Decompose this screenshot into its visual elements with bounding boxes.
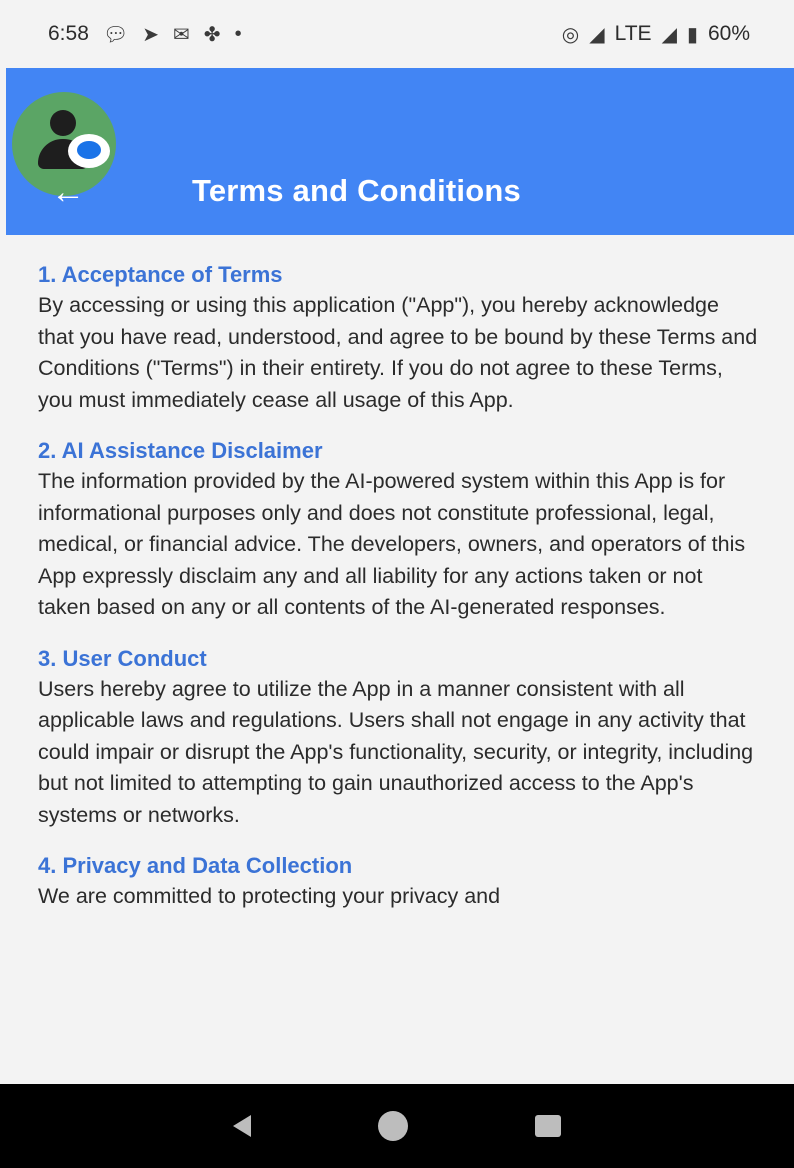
status-left: 6:58 💬︎ ➤ ✉ ✤ • (48, 22, 242, 47)
terms-section: 2. AI Assistance Disclaimer The informat… (38, 436, 758, 624)
status-bar: 6:58 💬︎ ➤ ✉ ✤ • ◎ ◢ LTE ◢ ▮ 60% (0, 0, 794, 68)
signal-icon: ◢ (589, 23, 605, 46)
signal-icon: ◢ (661, 23, 677, 46)
battery-icon: ▮ (686, 23, 698, 46)
nav-recents-icon[interactable] (534, 1115, 561, 1137)
terms-section: 4. Privacy and Data Collection We are co… (38, 851, 758, 913)
nav-back-icon[interactable] (233, 1115, 252, 1137)
section-body: We are committed to protecting your priv… (38, 884, 501, 908)
section-heading: 1. Acceptance of Terms (38, 262, 283, 287)
system-nav-bar (0, 1084, 794, 1168)
app-bar: ← Terms and Conditions (6, 68, 794, 235)
status-right: ◎ ◢ LTE ◢ ▮ 60% (562, 22, 750, 47)
chat-bubble-icon (77, 141, 101, 159)
telegram-icon: ➤ (142, 23, 160, 46)
section-heading: 2. AI Assistance Disclaimer (38, 438, 323, 463)
status-time: 6:58 (48, 22, 89, 45)
network-type: LTE (614, 22, 652, 45)
terms-section: 3. User Conduct Users hereby agree to ut… (38, 644, 758, 832)
section-body: Users hereby agree to utilize the App in… (38, 676, 754, 827)
avatar-head (50, 110, 76, 136)
battery-level: 60% (707, 22, 750, 45)
dot-icon: • (234, 22, 242, 45)
section-body: By accessing or using this application (… (38, 293, 758, 412)
chat-notification-icon: 💬︎ (102, 23, 129, 46)
section-body: The information provided by the AI-power… (38, 469, 746, 619)
page-title: Terms and Conditions (192, 173, 521, 208)
gmail-icon: ✉ (173, 23, 190, 46)
section-heading: 4. Privacy and Data Collection (38, 853, 353, 878)
terms-section: 1. Acceptance of Terms By accessing or u… (38, 260, 758, 416)
chat-badge-icon (68, 134, 110, 168)
section-heading: 3. User Conduct (38, 645, 207, 671)
pinwheel-icon: ✤ (203, 23, 221, 46)
arrow-left-icon: ← (51, 173, 85, 211)
nav-home-icon[interactable] (377, 1111, 408, 1141)
terms-content[interactable]: 1. Acceptance of Terms By accessing or u… (38, 260, 758, 1090)
back-button[interactable]: ← (44, 168, 92, 216)
hotspot-icon: ◎ (561, 23, 580, 46)
